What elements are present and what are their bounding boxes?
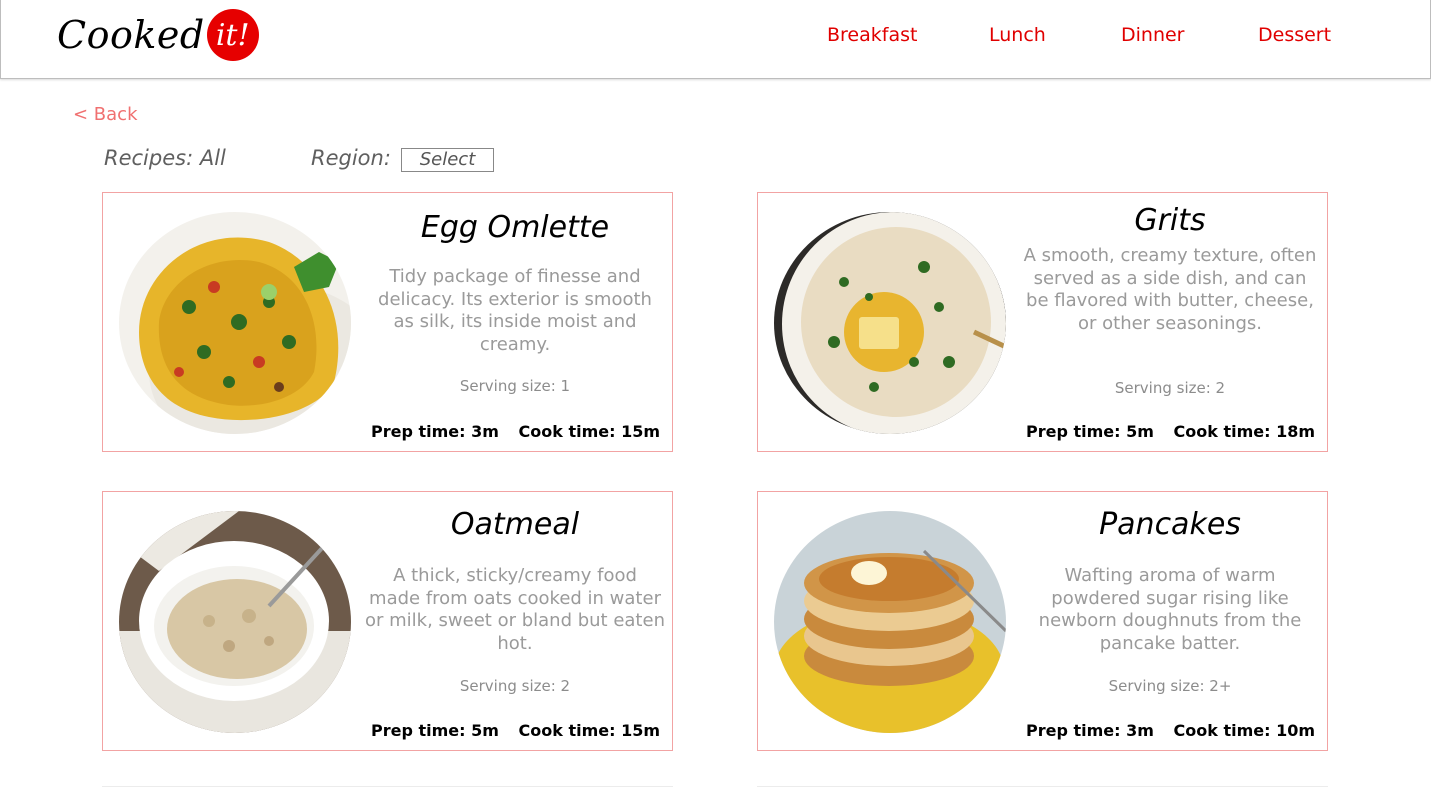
serving-size: Serving size: 2 (459, 677, 571, 695)
omelette-photo (119, 212, 351, 434)
recipe-title: Grits (1134, 203, 1206, 238)
next-card-edge (757, 786, 1328, 787)
region-filter-label: Region: (311, 146, 391, 170)
prep-time: Prep time: 3m (371, 422, 499, 441)
cook-time: Cook time: 10m (1173, 721, 1316, 740)
recipe-title: Pancakes (1099, 507, 1241, 542)
next-card-edge (102, 786, 673, 787)
region-select[interactable]: Select (401, 148, 494, 172)
pancakes-photo (774, 511, 1006, 733)
recipe-description: A smooth, creamy texture, often served a… (1023, 245, 1317, 334)
recipe-description: Tidy package of finesse and delicacy. It… (378, 266, 652, 355)
oatmeal-photo (119, 511, 351, 733)
nav-link-lunch[interactable]: Lunch (989, 24, 1046, 46)
prep-time: Prep time: 5m (1026, 422, 1154, 441)
recipe-title: Egg Omlette (420, 210, 610, 245)
recipes-filter-label[interactable]: Recipes: All (104, 146, 226, 170)
recipe-card-oatmeal[interactable]: Oatmeal A thick, sticky/creamy food made… (102, 491, 673, 751)
serving-size: Serving size: 2 (1114, 379, 1226, 397)
recipe-card-grits[interactable]: Grits A smooth, creamy texture, often se… (757, 192, 1328, 452)
nav-link-breakfast[interactable]: Breakfast (827, 24, 917, 46)
page: Cooked it! Breakfast Lunch Dinner Desser… (0, 0, 1431, 802)
recipe-description: Wafting aroma of warm powdered sugar ris… (1038, 565, 1302, 654)
prep-time: Prep time: 3m (1026, 721, 1154, 740)
grits-photo (774, 212, 1006, 434)
back-link[interactable]: < Back (73, 104, 138, 125)
serving-size: Serving size: 1 (459, 377, 571, 395)
recipe-description: A thick, sticky/creamy food made from oa… (365, 565, 665, 654)
nav-link-dinner[interactable]: Dinner (1121, 24, 1185, 46)
main-nav: Breakfast Lunch Dinner Dessert (0, 24, 1431, 52)
serving-size: Serving size: 2+ (1108, 677, 1232, 695)
recipe-card-egg-omlette[interactable]: Egg Omlette Tidy package of finesse and … (102, 192, 673, 452)
prep-time: Prep time: 5m (371, 721, 499, 740)
cook-time: Cook time: 18m (1173, 422, 1316, 441)
recipe-title: Oatmeal (450, 507, 580, 542)
cook-time: Cook time: 15m (518, 721, 661, 740)
recipe-card-pancakes[interactable]: Pancakes Wafting aroma of warm powdered … (757, 491, 1328, 751)
nav-link-dessert[interactable]: Dessert (1258, 24, 1331, 46)
cook-time: Cook time: 15m (518, 422, 661, 441)
